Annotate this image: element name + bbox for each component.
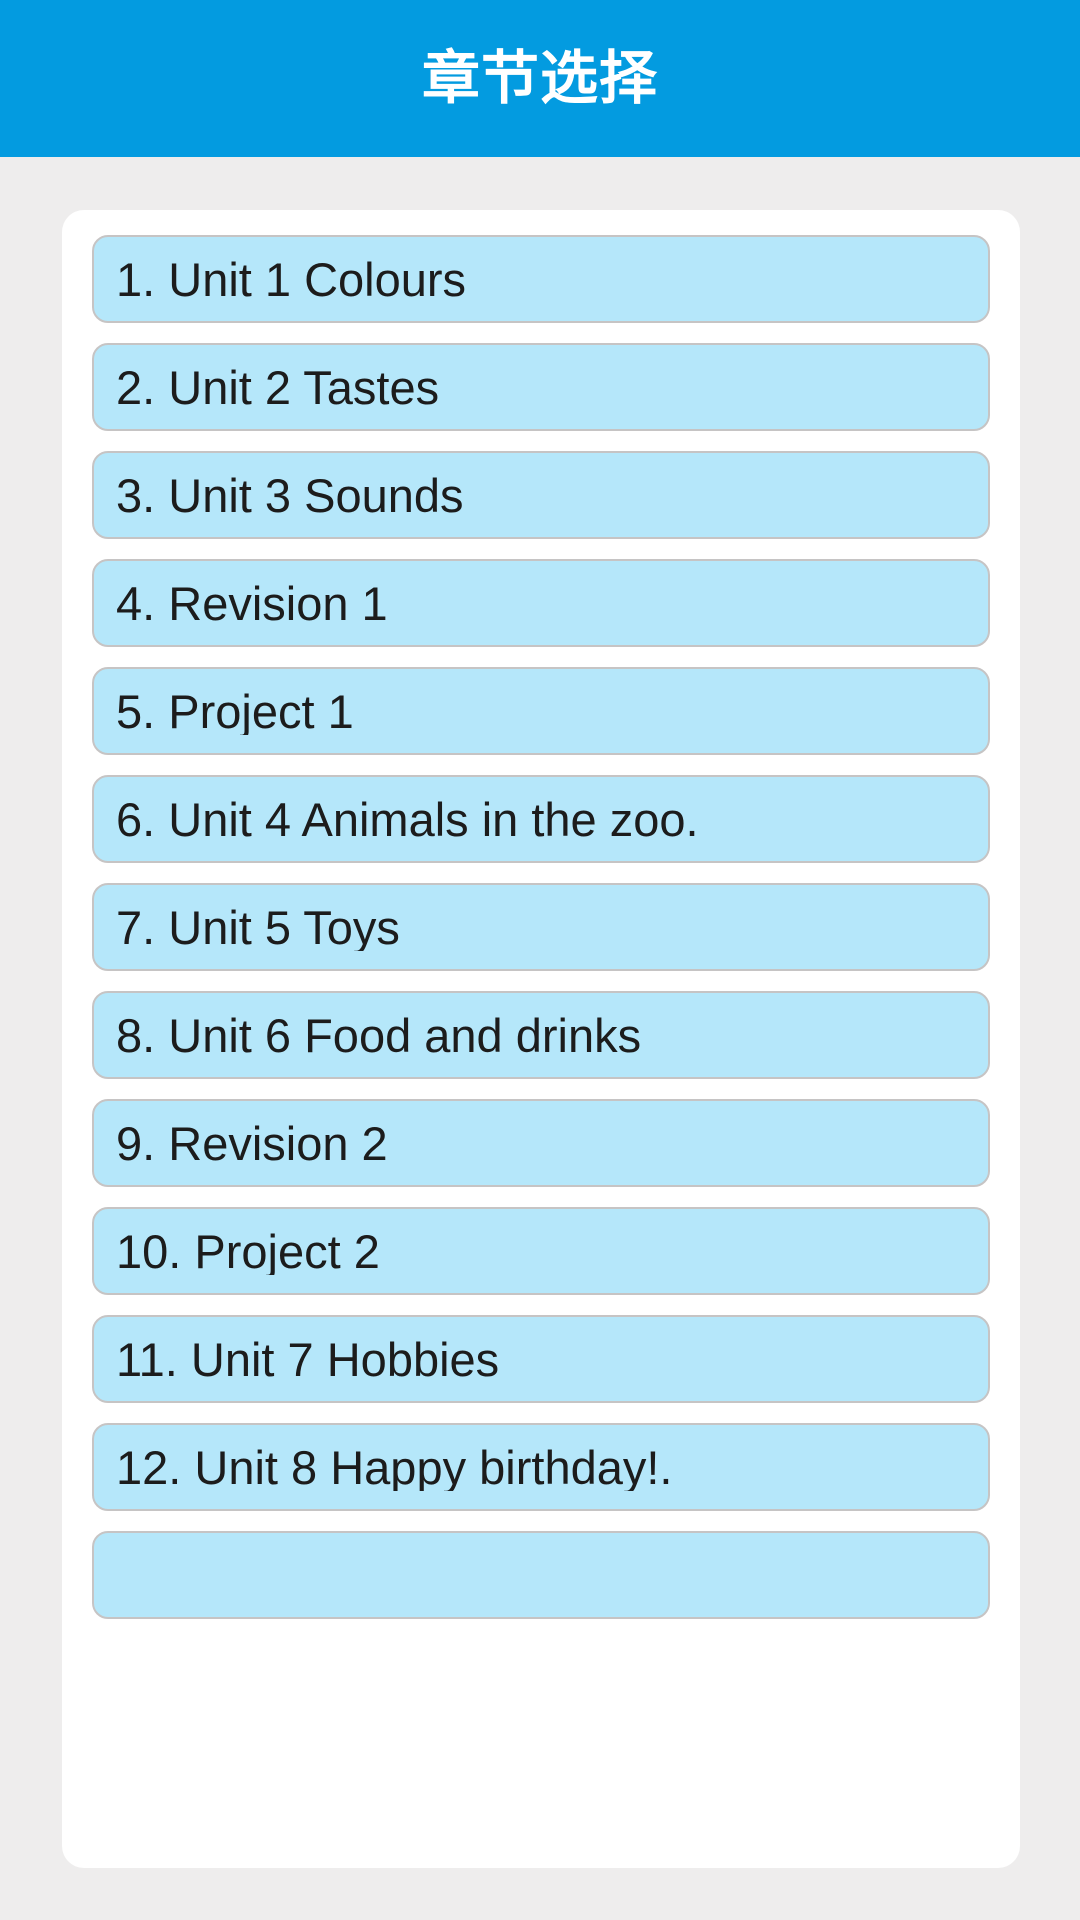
page-title: 章节选择 — [421, 45, 658, 111]
chapter-item-5[interactable]: 5. Project 1 — [92, 667, 990, 755]
chapter-item-label: 3. Unit 3 Sounds — [116, 471, 464, 519]
chapter-item-12[interactable]: 12. Unit 8 Happy birthday!. — [92, 1423, 990, 1511]
chapter-card: 1. Unit 1 Colours 2. Unit 2 Tastes 3. Un… — [62, 210, 1020, 1868]
chapter-item-13[interactable] — [92, 1531, 990, 1619]
chapter-item-7[interactable]: 7. Unit 5 Toys — [92, 883, 990, 971]
content-area: 1. Unit 1 Colours 2. Unit 2 Tastes 3. Un… — [0, 157, 1080, 1920]
chapter-item-2[interactable]: 2. Unit 2 Tastes — [92, 343, 990, 431]
chapter-item-label: 2. Unit 2 Tastes — [116, 363, 440, 411]
chapter-item-label: 12. Unit 8 Happy birthday!. — [116, 1443, 673, 1491]
chapter-item-label: 1. Unit 1 Colours — [116, 255, 467, 303]
chapter-item-9[interactable]: 9. Revision 2 — [92, 1099, 990, 1187]
chapter-item-label: 5. Project 1 — [116, 687, 354, 735]
chapter-list[interactable]: 1. Unit 1 Colours 2. Unit 2 Tastes 3. Un… — [62, 210, 1020, 1843]
app-header: 章节选择 — [0, 0, 1080, 157]
chapter-item-11[interactable]: 11. Unit 7 Hobbies — [92, 1315, 990, 1403]
chapter-item-label: 7. Unit 5 Toys — [116, 903, 400, 951]
chapter-item-6[interactable]: 6. Unit 4 Animals in the zoo. — [92, 775, 990, 863]
chapter-item-label: 9. Revision 2 — [116, 1119, 388, 1167]
chapter-item-4[interactable]: 4. Revision 1 — [92, 559, 990, 647]
chapter-item-label: 11. Unit 7 Hobbies — [116, 1335, 500, 1383]
chapter-item-8[interactable]: 8. Unit 6 Food and drinks — [92, 991, 990, 1079]
chapter-item-3[interactable]: 3. Unit 3 Sounds — [92, 451, 990, 539]
chapter-item-10[interactable]: 10. Project 2 — [92, 1207, 990, 1295]
chapter-item-label: 10. Project 2 — [116, 1227, 380, 1275]
chapter-item-label: 4. Revision 1 — [116, 579, 388, 627]
chapter-item-label: 8. Unit 6 Food and drinks — [116, 1011, 642, 1059]
chapter-item-label: 6. Unit 4 Animals in the zoo. — [116, 795, 699, 843]
chapter-item-1[interactable]: 1. Unit 1 Colours — [92, 235, 990, 323]
